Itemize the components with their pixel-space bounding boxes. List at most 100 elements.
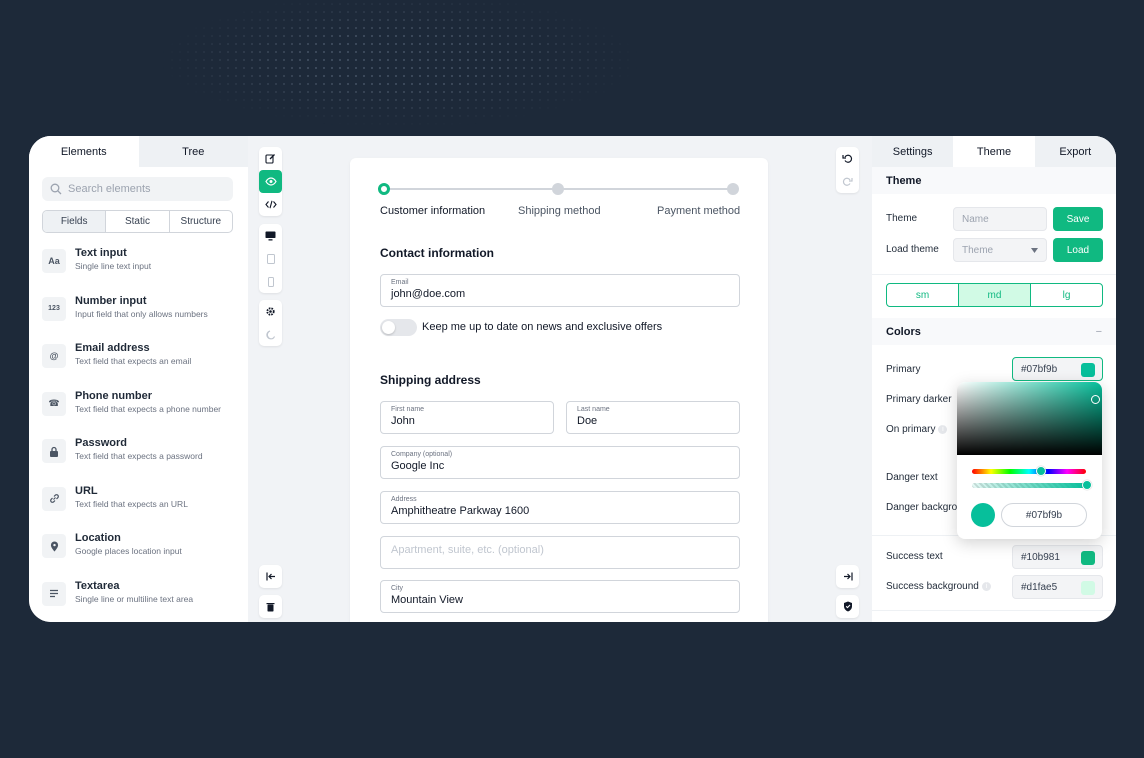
email-field[interactable]: Email john@doe.com [380,274,740,307]
size-lg[interactable]: lg [1031,284,1102,306]
save-button[interactable]: Save [1053,207,1103,231]
validation-button[interactable] [836,595,859,618]
info-icon: i [981,581,991,591]
tab-export[interactable]: Export [1034,136,1116,167]
success-text-input[interactable]: #10b981 [1012,545,1103,569]
hex-input[interactable]: #07bf9b [1001,503,1087,527]
list-item-number-input[interactable]: 123 Number input Input field that only al… [42,294,242,342]
newsletter-toggle[interactable] [380,319,417,336]
theme-section-header: Theme [872,167,1116,194]
elements-panel: Elements Tree Search elements Fields Sta… [29,136,248,622]
segment-static[interactable]: Static [106,211,170,232]
segment-fields[interactable]: Fields [43,211,107,232]
list-item-phone[interactable]: ☎ Phone number Text field that expects a … [42,389,242,437]
tab-tree[interactable]: Tree [138,136,248,167]
primary-color-swatch [1081,363,1095,377]
load-button[interactable]: Load [1053,238,1103,262]
tablet-view-button[interactable] [259,247,282,270]
step-label-shipping[interactable]: Shipping method [518,205,601,217]
code-button[interactable] [259,193,282,216]
at-icon: @ [42,344,66,368]
saturation-area[interactable] [957,382,1102,455]
element-category-switch: Fields Static Structure [42,210,233,233]
search-input[interactable]: Search elements [42,177,233,201]
step-label-payment[interactable]: Payment method [657,205,740,217]
mobile-view-button[interactable] [259,270,282,293]
tab-theme[interactable]: Theme [953,136,1035,167]
hue-slider[interactable] [972,466,1086,476]
size-md[interactable]: md [959,284,1031,306]
list-item-email[interactable]: @ Email address Text field that expects a… [42,341,242,389]
collapse-right-toolbar [836,565,859,588]
undo-icon [842,154,853,163]
theme-name-input[interactable]: Name [953,207,1047,231]
success-background-input[interactable]: #d1fae5 [1012,575,1103,599]
search-icon [50,183,62,195]
list-item-url[interactable]: URL Text field that expects an URL [42,484,242,532]
collapse-icon[interactable]: − [1096,326,1102,338]
validation-toolbar [836,595,859,618]
gear-icon [266,307,275,316]
list-item-textarea[interactable]: Textarea Single line or multiline text ar… [42,579,242,623]
tab-settings[interactable]: Settings [872,136,954,167]
size-sm[interactable]: sm [887,284,959,306]
history-toolbar [836,147,859,193]
form-builder-app: Elements Tree Search elements Fields Sta… [29,136,1116,622]
segment-structure[interactable]: Structure [170,211,232,232]
delete-button[interactable] [259,595,282,618]
step-dot-3[interactable] [727,183,739,195]
dark-mode-button[interactable] [259,323,282,346]
newsletter-label: Keep me up to date on news and exclusive… [422,321,663,333]
field-value: Amphitheatre Parkway 1600 [391,505,530,517]
preview-button[interactable] [259,170,282,193]
primary-color-input[interactable]: #07bf9b [1012,357,1103,381]
edit-icon [265,154,275,164]
phone-icon: ☎ [42,391,66,416]
success-background-label: Success background [886,581,979,592]
redo-icon [842,177,853,186]
device-toolbar [259,224,282,293]
shipping-section-title: Shipping address [380,373,481,387]
desktop-icon [265,231,276,240]
divider [872,274,1116,275]
saturation-handle[interactable] [1091,395,1100,404]
success-background-swatch [1081,581,1095,595]
redo-button[interactable] [836,170,859,193]
item-title: Text input [75,247,127,259]
edit-button[interactable] [259,147,282,170]
city-field[interactable]: City Mountain View [380,580,740,613]
step-progress [378,183,739,195]
field-value: Mountain View [391,594,463,606]
company-field[interactable]: Company (optional) Google Inc [380,446,740,479]
hue-handle[interactable] [1036,466,1046,476]
settings-button[interactable] [259,300,282,323]
undo-button[interactable] [836,147,859,170]
step-label-customer[interactable]: Customer information [380,205,485,217]
first-name-field[interactable]: First name John [380,401,554,434]
theme-select[interactable]: Theme [953,238,1047,262]
desktop-view-button[interactable] [259,224,282,247]
item-description: Text field that expects an URL [75,498,188,509]
caret-down-icon [1031,248,1038,253]
alpha-handle[interactable] [1082,480,1092,490]
collapse-left-button[interactable] [259,565,282,588]
list-item-password[interactable]: Password Text field that expects a passwo… [42,436,242,484]
tab-elements[interactable]: Elements [29,136,139,167]
apartment-field[interactable]: Apartment, suite, etc. (optional) [380,536,740,569]
alpha-slider[interactable] [972,480,1092,490]
right-tabs: Settings Theme Export [872,136,1116,167]
collapse-right-button[interactable] [836,565,859,588]
success-text-label: Success text [886,551,943,562]
field-label: Company (optional) [391,451,453,458]
settings-toolbar [259,300,282,346]
step-dot-2[interactable] [552,183,564,195]
success-text-swatch [1081,551,1095,565]
view-mode-toolbar [259,147,282,216]
last-name-field[interactable]: Last name Doe [566,401,740,434]
step-dot-1[interactable] [378,183,390,195]
list-item-location[interactable]: Location Google places location input [42,531,242,579]
textarea-icon [42,581,66,606]
colors-section-header[interactable]: Colors − [872,318,1116,345]
address-field[interactable]: Address Amphitheatre Parkway 1600 [380,491,740,524]
list-item-text-input[interactable]: Aa Text input Single line text input [42,246,242,294]
